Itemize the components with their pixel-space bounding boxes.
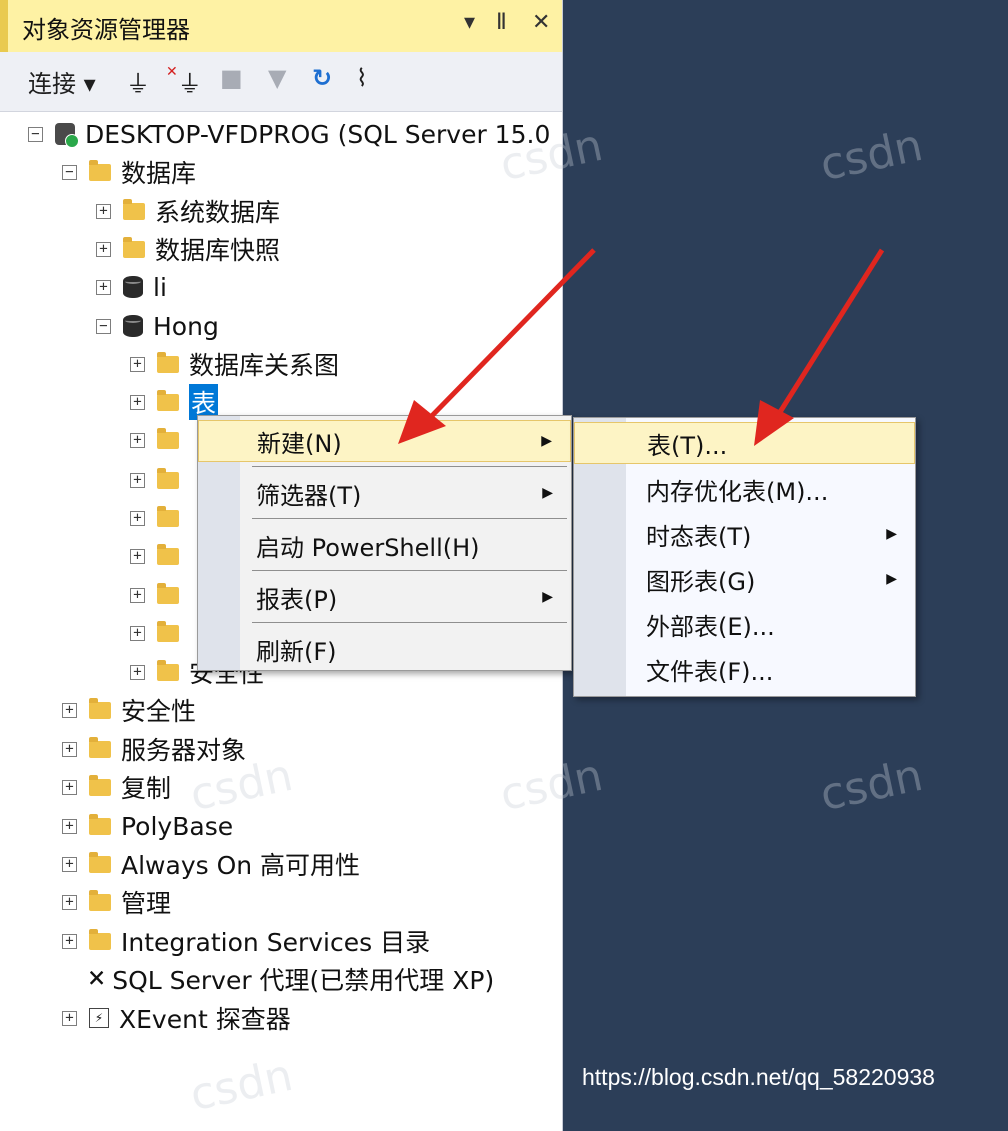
source-url: https://blog.csdn.net/qq_58220938 (582, 1064, 935, 1090)
annotation-arrows (398, 248, 885, 446)
red-arrow-2 (754, 248, 885, 446)
red-arrow-1 (398, 248, 596, 444)
